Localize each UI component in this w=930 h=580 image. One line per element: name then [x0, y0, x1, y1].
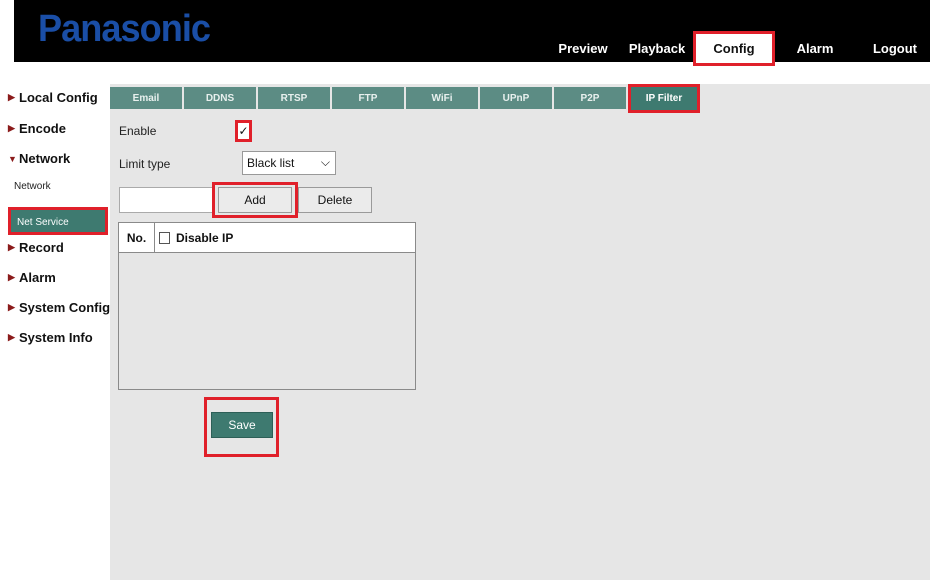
caret-right-icon: ▶ — [8, 123, 15, 133]
table-header: No. Disable IP — [119, 223, 415, 253]
ip-filter-table: No. Disable IP — [118, 222, 416, 390]
sidebar-item-system-config[interactable]: ▶ System Config — [8, 300, 110, 315]
sidebar-item-label: Record — [19, 240, 64, 255]
enable-label: Enable — [119, 124, 157, 138]
checkmark-icon: ✓ — [238, 124, 249, 138]
tab-email[interactable]: Email — [110, 87, 182, 109]
header: Panasonic Preview Playback Config Alarm … — [0, 0, 930, 66]
tab-rtsp[interactable]: RTSP — [258, 87, 330, 109]
tab-ip-filter[interactable]: IP Filter — [628, 84, 700, 113]
add-button[interactable]: Add — [218, 187, 292, 213]
sidebar-subitem-network[interactable]: Network — [14, 181, 51, 192]
save-button[interactable]: Save — [211, 412, 273, 438]
chevron-down-icon: ⌵ — [320, 155, 330, 169]
sidebar-item-label: Network — [19, 151, 71, 166]
tab-upnp[interactable]: UPnP — [480, 87, 552, 109]
sidebar-item-label: System Info — [19, 330, 93, 345]
nav-preview[interactable]: Preview — [548, 33, 618, 63]
caret-right-icon: ▶ — [8, 302, 15, 312]
ip-address-input[interactable] — [119, 187, 213, 213]
caret-right-icon: ▶ — [8, 242, 15, 252]
nav-logout[interactable]: Logout — [860, 33, 930, 63]
sidebar-item-record[interactable]: ▶ Record — [8, 240, 64, 255]
nav-alarm[interactable]: Alarm — [784, 33, 846, 63]
sidebar-subitem-net-service[interactable]: Net Service — [8, 207, 108, 235]
sidebar-item-alarm[interactable]: ▶ Alarm — [8, 270, 56, 285]
sidebar-item-label: Local Config — [19, 90, 98, 105]
delete-button[interactable]: Delete — [298, 187, 372, 213]
caret-right-icon: ▶ — [8, 92, 15, 102]
limit-type-select[interactable]: Black list ⌵ — [242, 151, 336, 175]
column-header-no: No. — [119, 223, 155, 252]
sidebar-item-label: Encode — [19, 121, 66, 136]
limit-type-label: Limit type — [119, 157, 171, 171]
panasonic-logo: Panasonic — [38, 8, 211, 50]
select-all-checkbox[interactable] — [159, 231, 170, 244]
caret-down-icon: ▼ — [8, 153, 17, 164]
sidebar-item-system-info[interactable]: ▶ System Info — [8, 330, 93, 345]
sidebar-item-label: System Config — [19, 300, 111, 315]
limit-type-value: Black list — [247, 156, 295, 170]
sidebar-item-local-config[interactable]: ▶ Local Config — [8, 90, 98, 105]
column-header-disable-ip: Disable IP — [176, 230, 234, 245]
tab-ftp[interactable]: FTP — [332, 87, 404, 109]
sidebar-item-encode[interactable]: ▶ Encode — [8, 121, 66, 136]
caret-right-icon: ▶ — [8, 332, 15, 342]
tab-wifi[interactable]: WiFi — [406, 87, 478, 109]
nav-playback[interactable]: Playback — [622, 33, 692, 63]
tab-p2p[interactable]: P2P — [554, 87, 626, 109]
tab-ddns[interactable]: DDNS — [184, 87, 256, 109]
sidebar-item-network[interactable]: ▼ Network — [8, 151, 70, 166]
nav-config[interactable]: Config — [693, 31, 775, 66]
enable-checkbox[interactable]: ✓ — [235, 120, 252, 142]
sidebar-item-label: Alarm — [19, 270, 56, 285]
caret-right-icon: ▶ — [8, 272, 15, 282]
